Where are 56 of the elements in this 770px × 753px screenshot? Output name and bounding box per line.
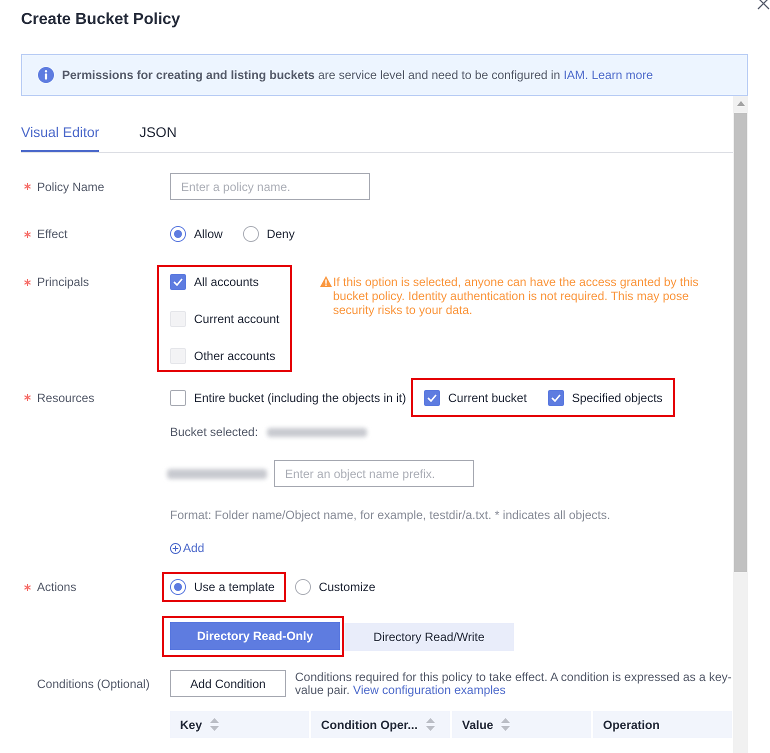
tab[interactable]: JSON xyxy=(139,122,177,152)
check-icon xyxy=(550,394,561,402)
column-header: Value xyxy=(452,711,591,738)
field-label: Actions xyxy=(37,579,76,596)
plus-circle-icon xyxy=(170,542,181,554)
checkbox[interactable] xyxy=(424,390,440,406)
radio-label[interactable]: Use a template xyxy=(194,578,275,596)
template-button[interactable]: Directory Read-Only xyxy=(170,622,340,650)
link[interactable]: View configuration examples xyxy=(353,683,506,697)
check-icon xyxy=(427,394,438,402)
scrollbar-thumb[interactable] xyxy=(734,113,747,572)
link[interactable]: Learn more xyxy=(592,68,653,82)
radio-button[interactable] xyxy=(242,226,259,242)
checkbox[interactable] xyxy=(170,274,186,290)
format-hint: Format: Folder name/Object name, for example, testdir/a.txt. * indicates all objects. xyxy=(170,507,610,524)
scrollbar[interactable] xyxy=(733,96,748,753)
dialog-title: Create Bucket Policy xyxy=(21,10,182,30)
policy-name-input[interactable]: Enter a policy name. xyxy=(170,173,370,200)
tab[interactable]: Visual Editor xyxy=(21,122,100,152)
field-label: Conditions (Optional) xyxy=(37,676,150,692)
object-prefix-input[interactable]: Enter an object name prefix. xyxy=(274,460,474,487)
scroll-up-icon[interactable] xyxy=(736,101,744,106)
field-label: Principals xyxy=(37,274,90,291)
field-label: Resources xyxy=(37,390,94,406)
checkbox-label[interactable]: Current bucket xyxy=(448,388,527,406)
checkbox[interactable] xyxy=(170,390,186,406)
warning-icon xyxy=(320,276,332,287)
sort-icon[interactable] xyxy=(426,718,435,731)
checkbox[interactable] xyxy=(548,390,564,406)
radio-button[interactable] xyxy=(170,226,186,242)
radio-label[interactable]: Deny xyxy=(266,225,295,243)
notice-text: Permissions for creating and listing buckets are service level and need to be configured in IAM. Learn more xyxy=(62,67,653,84)
warning-text: If this option is selected, anyone can have the access granted by this bucket policy. Identity authentication is not required. This may pose security risks to your data. xyxy=(333,275,700,317)
radio-button[interactable] xyxy=(170,579,186,595)
column-header: Key xyxy=(170,711,309,738)
field-label: Effect xyxy=(37,226,68,243)
check-icon xyxy=(173,278,183,286)
radio-label[interactable]: Allow xyxy=(194,225,223,243)
template-button[interactable]: Directory Read/Write xyxy=(344,622,514,650)
checkbox-label[interactable]: Specified objects xyxy=(572,388,663,406)
bucket-selected-label: Bucket selected: xyxy=(170,424,258,441)
checkbox-label[interactable]: Entire bucket (including the objects in it) xyxy=(194,388,406,406)
conditions-description: Conditions required for this policy to take effect. A condition is expressed as a key-value pair. View configuration examples xyxy=(295,671,733,697)
info-icon xyxy=(38,67,54,83)
close-icon[interactable] xyxy=(757,0,770,10)
checkbox-label[interactable]: All accounts xyxy=(194,273,259,291)
field-label: Policy Name xyxy=(37,178,104,196)
add-condition-button[interactable]: Add Condition xyxy=(170,670,286,697)
sort-icon[interactable] xyxy=(501,718,510,731)
radio-button[interactable] xyxy=(294,579,311,595)
link[interactable]: IAM. xyxy=(564,68,588,82)
column-header: Operation xyxy=(593,711,732,738)
radio-label[interactable]: Customize xyxy=(318,578,376,596)
add-link[interactable]: Add xyxy=(170,539,204,557)
column-header: Condition Oper... xyxy=(311,711,450,738)
sort-icon[interactable] xyxy=(210,718,220,731)
